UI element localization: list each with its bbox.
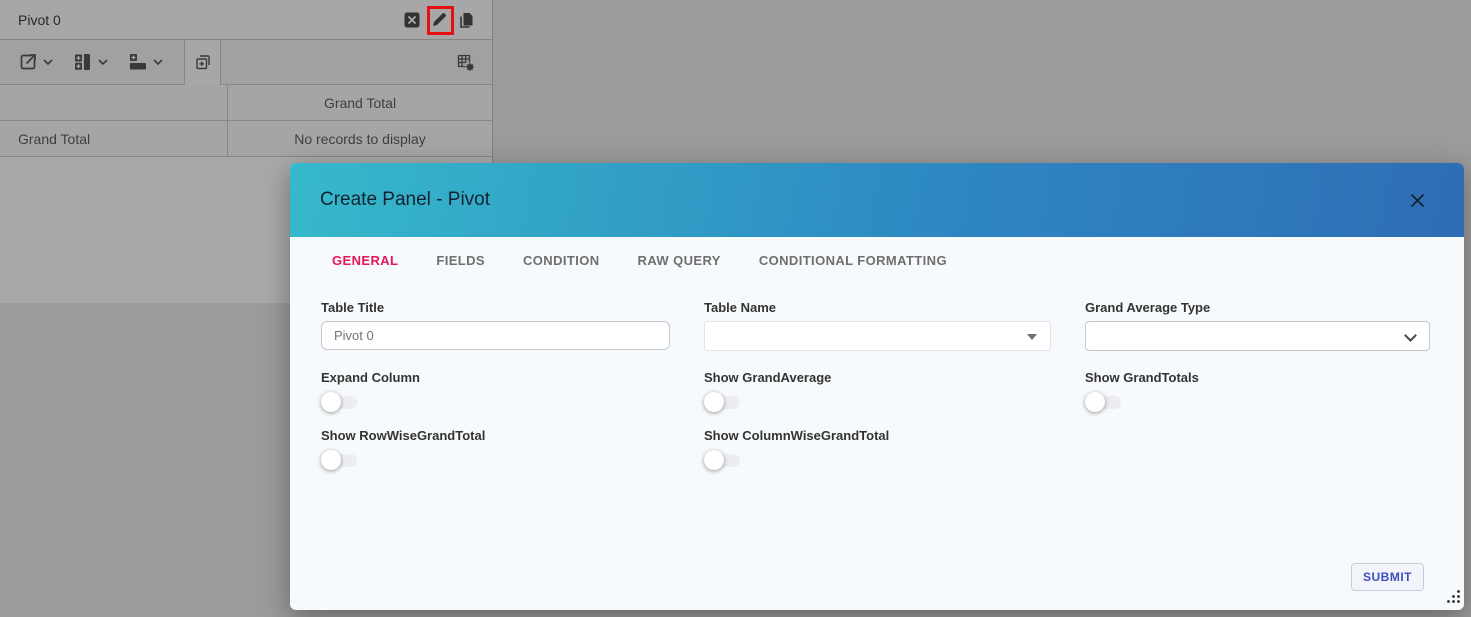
switch-thumb bbox=[321, 392, 341, 412]
tab-condition[interactable]: CONDITION bbox=[504, 237, 619, 284]
dialog-header: Create Panel - Pivot bbox=[290, 163, 1464, 237]
show-grandaverage-toggle-group: Show GrandAverage bbox=[704, 370, 1051, 413]
table-name-group: Table Name bbox=[704, 300, 1051, 351]
dialog-tabbar: GENERAL FIELDS CONDITION RAW QUERY CONDI… bbox=[290, 237, 1464, 284]
tab-fields[interactable]: FIELDS bbox=[417, 237, 504, 284]
submit-button[interactable]: SUBMIT bbox=[1351, 563, 1424, 591]
show-columnwise-grandtotal-switch[interactable] bbox=[704, 450, 744, 471]
dialog-title: Create Panel - Pivot bbox=[320, 189, 491, 210]
expand-column-label: Expand Column bbox=[321, 370, 420, 385]
expand-column-switch[interactable] bbox=[321, 392, 361, 413]
expand-column-toggle-group: Expand Column bbox=[321, 370, 670, 413]
switch-thumb bbox=[704, 392, 724, 412]
table-title-group: Table Title bbox=[321, 300, 670, 351]
show-rowwise-grandtotal-switch[interactable] bbox=[321, 450, 361, 471]
grand-average-type-label: Grand Average Type bbox=[1085, 300, 1211, 315]
show-rowwise-grandtotal-label: Show RowWiseGrandTotal bbox=[321, 428, 486, 443]
close-dialog-icon[interactable] bbox=[1404, 187, 1430, 213]
tab-conditional-formatting[interactable]: CONDITIONAL FORMATTING bbox=[740, 237, 966, 284]
resize-grip[interactable] bbox=[1446, 589, 1461, 609]
table-name-dropdown[interactable] bbox=[704, 321, 1051, 351]
tab-raw-query[interactable]: RAW QUERY bbox=[619, 237, 740, 284]
grand-average-type-select[interactable] bbox=[1085, 321, 1430, 351]
table-title-input[interactable] bbox=[321, 321, 670, 350]
switch-thumb bbox=[1085, 392, 1105, 412]
table-title-label: Table Title bbox=[321, 300, 385, 315]
show-grandtotals-label: Show GrandTotals bbox=[1085, 370, 1199, 385]
show-columnwise-grandtotal-label: Show ColumnWiseGrandTotal bbox=[704, 428, 890, 443]
show-grandaverage-label: Show GrandAverage bbox=[704, 370, 832, 385]
create-panel-dialog: Create Panel - Pivot GENERAL FIELDS COND… bbox=[290, 163, 1464, 610]
show-grandaverage-switch[interactable] bbox=[704, 392, 744, 413]
show-columnwise-grandtotal-toggle-group: Show ColumnWiseGrandTotal bbox=[704, 428, 1051, 471]
tab-general[interactable]: GENERAL bbox=[313, 237, 417, 284]
grand-average-type-group: Grand Average Type bbox=[1085, 300, 1430, 351]
dialog-body: Table Title Table Name Grand Average Typ… bbox=[290, 284, 1464, 610]
show-grandtotals-toggle-group: Show GrandTotals bbox=[1085, 370, 1430, 413]
dropdown-caret-icon bbox=[1027, 334, 1037, 340]
show-rowwise-grandtotal-toggle-group: Show RowWiseGrandTotal bbox=[321, 428, 670, 471]
switch-thumb bbox=[321, 450, 341, 470]
dialog-footer: SUBMIT bbox=[1351, 563, 1424, 591]
table-name-label: Table Name bbox=[704, 300, 777, 315]
select-chevron-icon bbox=[1404, 329, 1417, 342]
show-grandtotals-switch[interactable] bbox=[1085, 392, 1125, 413]
switch-thumb bbox=[704, 450, 724, 470]
